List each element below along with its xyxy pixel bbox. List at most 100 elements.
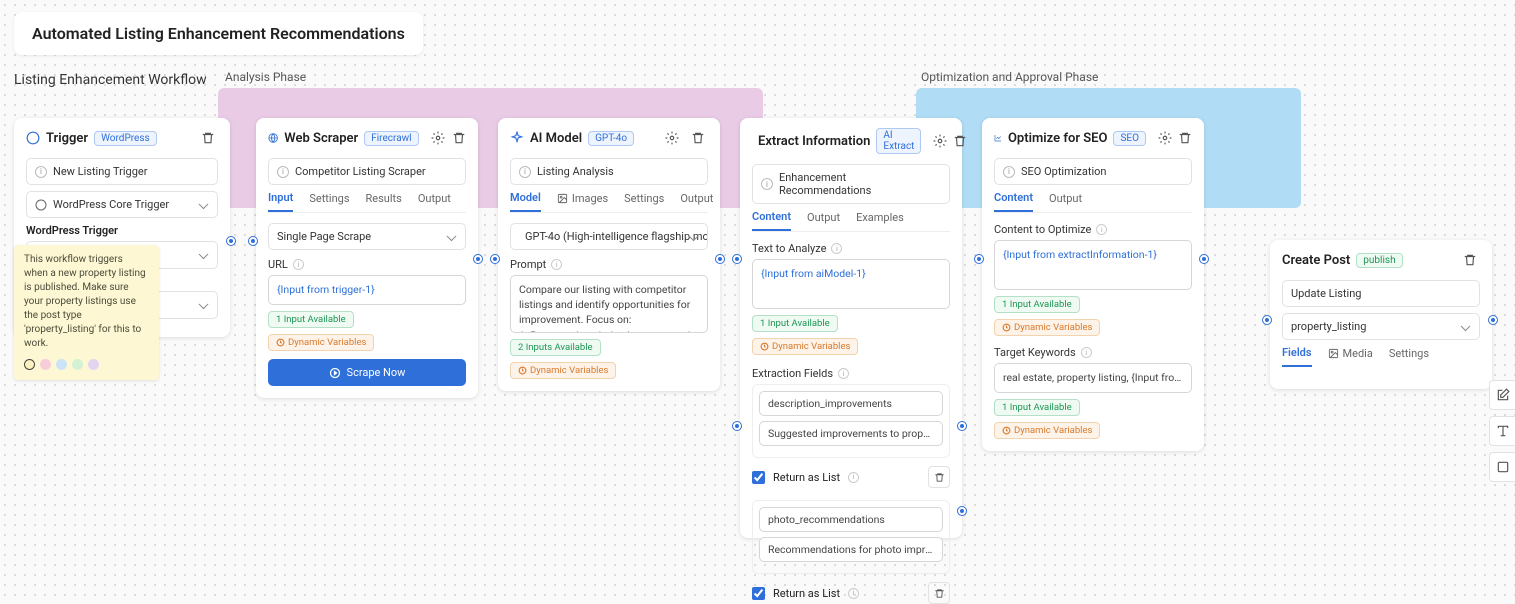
scraper-name-input[interactable]: iCompetitor Listing Scraper xyxy=(268,158,466,185)
tab-content[interactable]: Content xyxy=(994,191,1033,212)
fields-label: Extraction Fieldsi xyxy=(752,367,950,380)
port-out-post[interactable] xyxy=(1489,316,1497,324)
tab-output[interactable]: Output xyxy=(1049,191,1082,212)
edit-tool[interactable] xyxy=(1489,380,1515,410)
text-tool[interactable] xyxy=(1489,416,1515,446)
tab-media[interactable]: Media xyxy=(1328,346,1373,367)
field-desc-1[interactable]: Suggested improvements to property descr… xyxy=(759,421,943,446)
color-purple[interactable] xyxy=(88,359,99,370)
model-select[interactable]: GPT-4o (High-intelligence flagship model… xyxy=(510,223,708,250)
gear-icon[interactable] xyxy=(1158,128,1172,148)
scrape-mode-select[interactable]: Single Page Scrape xyxy=(268,223,466,250)
port-out-trigger[interactable] xyxy=(227,237,235,245)
delete-icon[interactable] xyxy=(451,128,466,148)
port-in-scraper[interactable] xyxy=(249,237,257,245)
badge-aiextract: AI Extract xyxy=(876,128,921,154)
color-pink[interactable] xyxy=(40,359,51,370)
field-delete-1[interactable] xyxy=(928,466,950,488)
card-title: Trigger xyxy=(46,131,88,146)
wordpress-icon xyxy=(26,131,40,145)
tab-output[interactable]: Output xyxy=(807,210,840,231)
field-name-2[interactable]: photo_recommendations xyxy=(759,507,943,532)
content-textarea[interactable]: {Input from extractInformation-1} xyxy=(994,240,1192,290)
port-in-optimize[interactable] xyxy=(975,255,983,263)
tab-settings[interactable]: Settings xyxy=(309,191,349,212)
field-delete-2[interactable] xyxy=(928,582,950,604)
box-tool[interactable] xyxy=(1489,452,1515,482)
delete-icon[interactable] xyxy=(1460,250,1480,270)
tab-images[interactable]: Images xyxy=(557,191,608,212)
port-out-extract-1[interactable] xyxy=(958,422,966,430)
tab-output[interactable]: Output xyxy=(680,191,713,212)
badge-seo: SEO xyxy=(1113,131,1146,146)
tab-fields[interactable]: Fields xyxy=(1282,346,1312,367)
optimize-tabs: Content Output xyxy=(994,191,1192,213)
color-blue[interactable] xyxy=(56,359,67,370)
pill-inputs-2[interactable]: 1 Input Available xyxy=(994,399,1080,416)
sticky-colors[interactable] xyxy=(24,359,149,370)
pill-dynamic[interactable]: Dynamic Variables xyxy=(268,334,374,351)
card-title: Web Scraper xyxy=(284,131,358,146)
pill-dynamic[interactable]: Dynamic Variables xyxy=(752,338,858,355)
port-in-aimodel[interactable] xyxy=(491,255,499,263)
field-name-1[interactable]: description_improvements xyxy=(759,391,943,416)
tab-examples[interactable]: Examples xyxy=(856,210,904,231)
url-input[interactable]: {Input from trigger-1} xyxy=(268,275,466,305)
delete-icon[interactable] xyxy=(953,131,967,151)
card-web-scraper[interactable]: Web Scraper Firecrawl iCompetitor Listin… xyxy=(256,118,478,398)
pill-dynamic[interactable]: Dynamic Variables xyxy=(510,362,616,379)
badge-wordpress: WordPress xyxy=(94,131,157,146)
card-create-post[interactable]: Create Post publish Update Listing prope… xyxy=(1270,240,1492,389)
card-optimize[interactable]: Optimize for SEO SEO iSEO Optimization C… xyxy=(982,118,1204,451)
pill-dynamic-1[interactable]: Dynamic Variables xyxy=(994,319,1100,336)
pill-inputs[interactable]: 1 Input Available xyxy=(752,315,838,332)
trigger-type-select[interactable]: WordPress Core Trigger xyxy=(26,191,218,218)
tab-input[interactable]: Input xyxy=(268,191,293,212)
url-label: URLi xyxy=(268,258,466,271)
pill-inputs[interactable]: 1 Input Available xyxy=(268,311,354,328)
sticky-note[interactable]: This workflow triggers when a new proper… xyxy=(14,245,159,380)
pill-inputs-1[interactable]: 1 Input Available xyxy=(994,296,1080,313)
card-extract[interactable]: Extract Information AI Extract iEnhancem… xyxy=(740,118,962,538)
color-green[interactable] xyxy=(72,359,83,370)
color-yellow[interactable] xyxy=(24,359,35,370)
phase-label-optimization: Optimization and Approval Phase xyxy=(921,70,1098,84)
scrape-now-button[interactable]: Scrape Now xyxy=(268,359,466,386)
port-out-optimize[interactable] xyxy=(1200,255,1208,263)
prompt-textarea[interactable]: Compare our listing with competitor list… xyxy=(510,275,708,333)
tab-model[interactable]: Model xyxy=(510,191,541,212)
tab-settings[interactable]: Settings xyxy=(1389,346,1429,367)
gear-icon[interactable] xyxy=(933,131,947,151)
port-in-extract[interactable] xyxy=(733,255,741,263)
port-out-scraper[interactable] xyxy=(474,255,482,263)
port-in-extract-2[interactable] xyxy=(733,422,741,430)
port-out-aimodel[interactable] xyxy=(716,255,724,263)
globe-icon xyxy=(268,131,278,145)
field-desc-2[interactable]: Recommendations for photo improvements xyxy=(759,537,943,562)
gear-icon[interactable] xyxy=(431,128,446,148)
gear-icon[interactable] xyxy=(662,128,682,148)
return-list-checkbox-2[interactable] xyxy=(752,587,765,600)
pill-dynamic-2[interactable]: Dynamic Variables xyxy=(994,422,1100,439)
analyze-textarea[interactable]: {Input from aiModel-1} xyxy=(752,259,950,309)
tab-settings[interactable]: Settings xyxy=(624,191,664,212)
tab-results[interactable]: Results xyxy=(366,191,402,212)
keywords-input[interactable]: real estate, property listing, {Input fr… xyxy=(994,363,1192,393)
optimize-name-input[interactable]: iSEO Optimization xyxy=(994,158,1192,185)
return-list-checkbox-1[interactable] xyxy=(752,471,765,484)
pill-inputs[interactable]: 2 Inputs Available xyxy=(510,339,601,356)
aimodel-name-input[interactable]: iListing Analysis xyxy=(510,158,708,185)
delete-icon[interactable] xyxy=(688,128,708,148)
post-type-select[interactable]: property_listing xyxy=(1282,313,1480,340)
card-ai-model[interactable]: AI Model GPT-4o iListing Analysis Model … xyxy=(498,118,720,391)
trigger-name-input[interactable]: iNew Listing Trigger xyxy=(26,158,218,185)
delete-icon[interactable] xyxy=(198,128,218,148)
tab-content[interactable]: Content xyxy=(752,210,791,231)
port-out-extract-2[interactable] xyxy=(958,507,966,515)
post-name-input[interactable]: Update Listing xyxy=(1282,280,1480,307)
trigger-section-title: WordPress Trigger xyxy=(26,224,218,237)
tab-output[interactable]: Output xyxy=(418,191,451,212)
extract-name-input[interactable]: iEnhancement Recommendations xyxy=(752,164,950,204)
delete-icon[interactable] xyxy=(1178,128,1192,148)
port-in-post[interactable] xyxy=(1263,316,1271,324)
